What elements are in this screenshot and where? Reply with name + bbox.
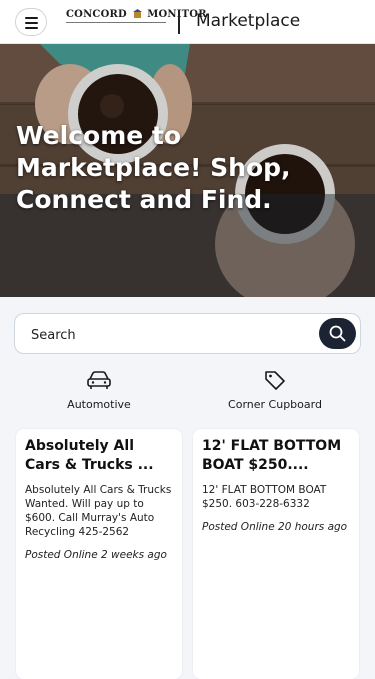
category-label: Automotive [67, 398, 131, 411]
logo-underline [66, 22, 166, 23]
menu-button[interactable] [15, 8, 47, 36]
car-icon [87, 371, 111, 389]
search-icon [329, 325, 346, 342]
hero-heading: Welcome to Marketplace! Shop, Connect an… [16, 121, 291, 214]
search-button[interactable] [319, 318, 356, 349]
listing-card[interactable]: 12' FLAT BOTTOM BOAT $250.... 12' FLAT B… [193, 429, 359, 679]
category-corner-cupboard[interactable]: Corner Cupboard [214, 370, 336, 411]
listing-description: 12' FLAT BOTTOM BOAT $250. 603-228-6332 [202, 484, 327, 510]
category-automotive[interactable]: Automotive [50, 370, 148, 411]
search-bar [14, 313, 361, 354]
listing-posted-time: Posted Online 20 hours ago [202, 521, 348, 533]
search-input[interactable] [29, 323, 313, 347]
category-label: Corner Cupboard [228, 398, 322, 411]
top-header: CONCORD MONITOR Marketplace [0, 0, 375, 44]
tag-icon [265, 371, 285, 390]
hamburger-icon [25, 17, 38, 32]
section-title: Marketplace [196, 11, 301, 31]
hero-banner: Welcome to Marketplace! Shop, Connect an… [0, 44, 375, 297]
listing-title[interactable]: 12' FLAT BOTTOM BOAT $250.... [202, 437, 350, 475]
listing-card[interactable]: Absolutely All Cars & Trucks ... Absolut… [16, 429, 182, 679]
listing-description: Absolutely All Cars & Trucks Wanted. Wil… [25, 484, 172, 538]
listing-title[interactable]: Absolutely All Cars & Trucks ... [25, 437, 173, 475]
logo-emblem-icon [132, 9, 142, 18]
logo-left-text: CONCORD [66, 9, 127, 20]
header-divider [178, 10, 180, 34]
site-logo[interactable]: CONCORD MONITOR [66, 9, 207, 23]
listing-posted-time: Posted Online 2 weeks ago [25, 549, 167, 561]
